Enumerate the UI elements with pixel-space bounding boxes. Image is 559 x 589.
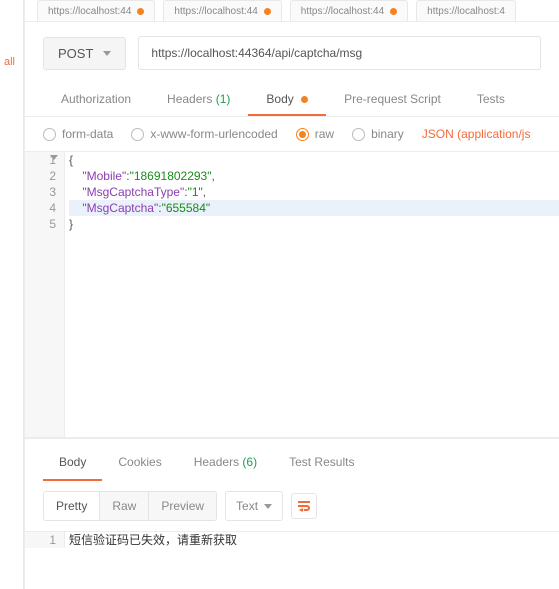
- unsaved-dot-icon: [137, 8, 144, 15]
- radio-icon: [131, 128, 144, 141]
- resp-tab-cookies[interactable]: Cookies: [102, 449, 177, 481]
- radio-icon: [43, 128, 56, 141]
- wrap-lines-button[interactable]: [291, 493, 317, 519]
- resp-tab-test-results[interactable]: Test Results: [273, 449, 370, 481]
- chevron-down-icon: [264, 504, 272, 509]
- browser-tab[interactable]: https://localhost:44: [37, 0, 155, 21]
- radio-urlencoded[interactable]: x-www-form-urlencoded: [131, 127, 277, 141]
- response-view-mode: Pretty Raw Preview: [43, 491, 217, 521]
- tab-tests[interactable]: Tests: [459, 84, 523, 116]
- fold-arrow-icon[interactable]: [50, 155, 58, 160]
- response-line: 短信验证码已失效，请重新获取: [69, 532, 559, 548]
- browser-tab[interactable]: https://localhost:44: [163, 0, 281, 21]
- editor-code[interactable]: { "Mobile":"18691802293", "MsgCaptchaTyp…: [65, 152, 559, 437]
- unsaved-dot-icon: [264, 8, 271, 15]
- resp-headers-count: (6): [242, 455, 257, 469]
- sidebar-collapse-label[interactable]: all: [4, 56, 15, 68]
- tab-headers[interactable]: Headers (1): [149, 84, 248, 116]
- resp-tab-body[interactable]: Body: [43, 449, 102, 481]
- tab-authorization[interactable]: Authorization: [43, 84, 149, 116]
- tab-body[interactable]: Body: [248, 84, 326, 116]
- browser-tab[interactable]: https://localhost:4: [416, 0, 516, 21]
- response-format-select[interactable]: Text: [225, 491, 283, 521]
- http-method-label: POST: [58, 46, 93, 61]
- response-tabs: Body Cookies Headers (6) Test Results: [25, 438, 559, 481]
- chevron-down-icon: [103, 51, 111, 56]
- browser-tabs: https://localhost:44 https://localhost:4…: [25, 0, 559, 22]
- radio-binary[interactable]: binary: [352, 127, 404, 141]
- headers-count: (1): [216, 92, 231, 106]
- request-url-input[interactable]: https://localhost:44364/api/captcha/msg: [138, 36, 541, 70]
- raw-button[interactable]: Raw: [100, 492, 149, 520]
- wrap-icon: [297, 500, 311, 512]
- preview-button[interactable]: Preview: [149, 492, 216, 520]
- radio-icon: [296, 128, 309, 141]
- pretty-button[interactable]: Pretty: [44, 492, 100, 520]
- content-type-select[interactable]: JSON (application/js: [422, 127, 531, 141]
- resp-tab-headers[interactable]: Headers (6): [178, 449, 273, 481]
- radio-raw[interactable]: raw: [296, 127, 334, 141]
- request-tabs: Authorization Headers (1) Body Pre-reque…: [25, 84, 559, 117]
- response-body-editor[interactable]: 1 短信验证码已失效，请重新获取: [25, 531, 559, 548]
- browser-tab[interactable]: https://localhost:44: [290, 0, 408, 21]
- radio-form-data[interactable]: form-data: [43, 127, 113, 141]
- http-method-select[interactable]: POST: [43, 37, 126, 70]
- unsaved-dot-icon: [390, 8, 397, 15]
- body-modified-dot-icon: [301, 96, 308, 103]
- tab-prerequest[interactable]: Pre-request Script: [326, 84, 459, 116]
- radio-icon: [352, 128, 365, 141]
- request-body-editor[interactable]: 1 2 3 4 5 { "Mobile":"18691802293", "Msg…: [25, 152, 559, 438]
- response-gutter: 1: [25, 532, 65, 548]
- editor-gutter: 1 2 3 4 5: [25, 152, 65, 437]
